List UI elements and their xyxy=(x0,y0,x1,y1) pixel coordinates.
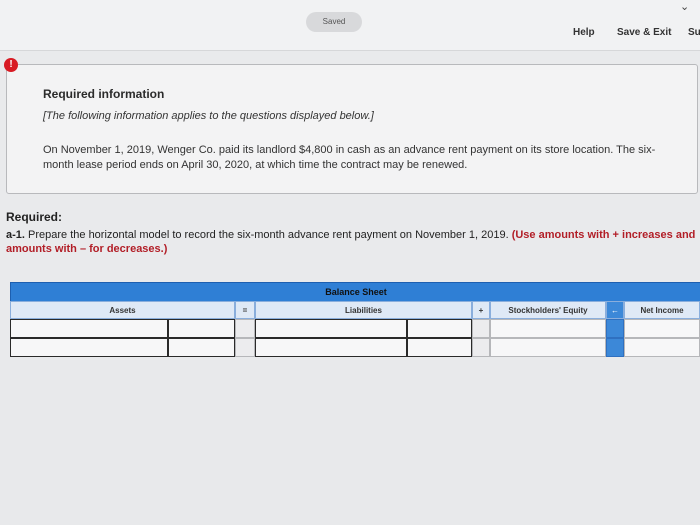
arrow-left-icon: ← xyxy=(606,301,624,319)
arrow-cell xyxy=(606,338,624,357)
page-background xyxy=(0,360,700,525)
info-title: Required information xyxy=(43,87,165,101)
equals-cell xyxy=(235,338,255,357)
liabilities-header: Liabilities xyxy=(255,301,472,319)
plus-sign: + xyxy=(472,301,490,319)
net-income-input[interactable] xyxy=(624,338,700,357)
equity-header: Stockholders' Equity xyxy=(490,301,606,319)
help-button[interactable]: Help xyxy=(573,27,595,38)
submit-button[interactable]: Su xyxy=(688,27,700,38)
required-label: Required: xyxy=(6,210,63,224)
liabilities-amount-input[interactable] xyxy=(407,319,472,338)
column-header-row: Assets = Liabilities + Stockholders' Equ… xyxy=(10,301,700,319)
plus-cell xyxy=(472,319,490,338)
equals-cell xyxy=(235,319,255,338)
collapse-icon[interactable]: ⌄ xyxy=(680,0,698,13)
assets-amount-input[interactable] xyxy=(168,319,235,338)
liabilities-amount-input[interactable] xyxy=(407,338,472,357)
equals-sign: = xyxy=(235,301,255,319)
info-subtitle: [The following information applies to th… xyxy=(43,110,374,122)
saved-status: Saved xyxy=(306,12,362,32)
table-row xyxy=(10,338,700,357)
question-number: a-1. xyxy=(6,229,25,241)
liabilities-account-input[interactable] xyxy=(255,338,407,357)
info-body: On November 1, 2019, Wenger Co. paid its… xyxy=(43,144,656,171)
plus-cell xyxy=(472,338,490,357)
horizontal-model-table: Balance Sheet Assets = Liabilities + Sto… xyxy=(10,282,700,362)
equity-amount-input[interactable] xyxy=(490,338,606,357)
net-income-header: Net Income xyxy=(624,301,700,319)
equity-amount-input[interactable] xyxy=(490,319,606,338)
assets-account-input[interactable] xyxy=(10,338,168,357)
table-row xyxy=(10,319,700,338)
arrow-cell xyxy=(606,319,624,338)
assets-account-input[interactable] xyxy=(10,319,168,338)
assets-header: Assets xyxy=(10,301,235,319)
required-information-box: Required information [The following info… xyxy=(6,64,698,194)
save-exit-button[interactable]: Save & Exit xyxy=(617,27,671,38)
liabilities-account-input[interactable] xyxy=(255,319,407,338)
top-toolbar: Saved Help Save & Exit Su ⌄ xyxy=(0,0,700,51)
assets-amount-input[interactable] xyxy=(168,338,235,357)
question-body: Prepare the horizontal model to record t… xyxy=(24,229,512,241)
question-text: a-1. Prepare the horizontal model to rec… xyxy=(6,228,700,256)
alert-icon: ! xyxy=(4,58,18,72)
net-income-input[interactable] xyxy=(624,319,700,338)
balance-sheet-header: Balance Sheet xyxy=(10,282,700,302)
